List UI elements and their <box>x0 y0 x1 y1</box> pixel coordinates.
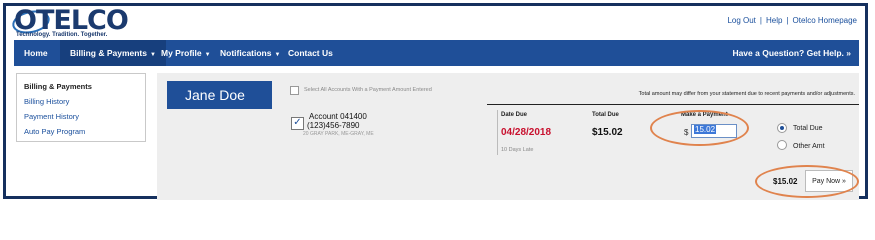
sidebar-item-payment-history[interactable]: Payment History <box>24 112 138 121</box>
otelco-logo[interactable]: OTELCO Technology. Tradition. Together. <box>10 5 154 41</box>
nav-home[interactable]: Home <box>14 40 58 66</box>
nav-notifications-label: Notifications <box>220 48 272 58</box>
account-number: Account 041400 <box>309 112 367 121</box>
total-due-radio[interactable] <box>777 123 787 133</box>
amount-notice: Total amount may differ from your statem… <box>638 91 855 97</box>
get-help-link[interactable]: Have a Question? Get Help. » <box>732 40 851 66</box>
help-link[interactable]: Help <box>766 16 782 25</box>
payment-input-highlight <box>650 110 749 146</box>
date-due-value: 04/28/2018 <box>501 127 552 138</box>
sidebar-heading: Billing & Payments <box>24 82 92 91</box>
nav-profile-label: My Profile <box>161 48 202 58</box>
sidebar: Billing & Payments Billing History Payme… <box>16 73 146 142</box>
main-nav: Home Billing & Payments ▼ My Profile ▼ Not… <box>14 40 859 66</box>
other-amount-radio[interactable] <box>777 140 787 150</box>
nav-billing-label: Billing & Payments <box>70 48 147 58</box>
date-due-header: Date Due <box>501 112 528 118</box>
homepage-link[interactable]: Otelco Homepage <box>793 16 857 25</box>
other-amount-radio-label: Other Amt <box>793 143 825 150</box>
nav-contact-label: Contact Us <box>288 48 333 58</box>
screenshot-frame: OTELCO Technology. Tradition. Together. … <box>3 3 868 200</box>
total-due-radio-label: Total Due <box>793 125 823 132</box>
select-all-checkbox[interactable] <box>290 86 299 95</box>
top-links: Log Out | Help | Otelco Homepage <box>727 16 857 25</box>
link-separator: | <box>759 16 762 25</box>
sidebar-item-billing-history[interactable]: Billing History <box>24 97 138 106</box>
pay-now-highlight <box>755 165 859 198</box>
header-rule <box>487 104 859 105</box>
link-separator: | <box>786 16 789 25</box>
column-divider <box>497 110 498 155</box>
logout-link[interactable]: Log Out <box>727 16 755 25</box>
account-checkbox[interactable]: ✓ <box>291 117 304 130</box>
logo-tagline: Technology. Tradition. Together. <box>16 32 108 38</box>
total-due-value: $15.02 <box>592 127 623 138</box>
account-address: 20 GRAY PARK, ME-GRAY, ME <box>303 131 374 137</box>
select-all-label: Select All Accounts With a Payment Amoun… <box>304 87 432 93</box>
customer-name: Jane Doe <box>167 81 272 109</box>
sidebar-item-auto-pay[interactable]: Auto Pay Program <box>24 127 138 136</box>
nav-home-label: Home <box>24 48 48 58</box>
total-due-header: Total Due <box>592 112 619 118</box>
payment-panel: Jane Doe Select All Accounts With a Paym… <box>157 73 859 200</box>
account-phone: (123)456-7890 <box>307 121 360 130</box>
nav-contact-us[interactable]: Contact Us <box>278 40 343 66</box>
late-note: 10 Days Late <box>501 147 534 153</box>
